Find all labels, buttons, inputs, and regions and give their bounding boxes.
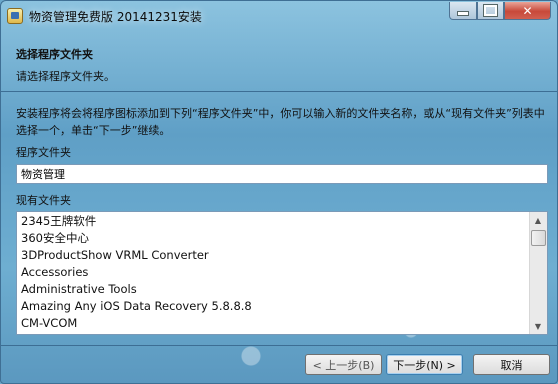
minimize-icon (457, 11, 469, 16)
list-item[interactable]: CM-VCOM (21, 315, 77, 332)
list-item[interactable]: Accessories (21, 264, 88, 281)
existing-folders-list[interactable]: 2345王牌软件 360安全中心 3DProductShow VRML Conv… (16, 211, 548, 335)
list-item[interactable]: 3DProductShow VRML Converter (21, 247, 209, 264)
list-item[interactable]: 2345王牌软件 (21, 213, 96, 230)
header-title: 选择程序文件夹 (16, 48, 93, 61)
list-item[interactable]: Amazing Any iOS Data Recovery 5.8.8.8 (21, 298, 252, 315)
list-scrollbar[interactable]: ▲ ▼ (529, 212, 547, 334)
next-button[interactable]: 下一步(N) > (386, 354, 463, 375)
title-bar[interactable]: 物资管理免费版 20141231安装 ✕ (1, 1, 557, 31)
wizard-body: 安装程序将会将程序图标添加到下列“程序文件夹”中，你可以输入新的文件夹名称，或从… (9, 93, 550, 343)
cancel-button[interactable]: 取消 (473, 354, 550, 375)
existing-folders-label: 现有文件夹 (16, 194, 71, 207)
scroll-thumb[interactable] (531, 230, 546, 246)
program-folder-input[interactable] (16, 164, 548, 184)
maximize-button[interactable] (477, 2, 504, 20)
header-divider (1, 91, 557, 92)
minimize-button[interactable] (449, 2, 477, 20)
close-icon: ✕ (522, 3, 533, 18)
maximize-icon (483, 4, 498, 17)
close-button[interactable]: ✕ (504, 2, 551, 20)
scroll-down-icon[interactable]: ▼ (530, 318, 546, 334)
program-folder-label: 程序文件夹 (16, 146, 71, 159)
scroll-up-icon[interactable]: ▲ (530, 212, 546, 228)
installer-window: 物资管理免费版 20141231安装 ✕ 选择程序文件夹 请选择程序文件夹。 安… (0, 0, 558, 384)
window-title: 物资管理免费版 20141231安装 (29, 10, 202, 24)
footer-divider (1, 345, 557, 346)
header-subtitle: 请选择程序文件夹。 (16, 70, 115, 83)
installer-app-icon (7, 8, 23, 24)
wizard-header: 选择程序文件夹 请选择程序文件夹。 (9, 32, 550, 90)
list-item[interactable]: Administrative Tools (21, 281, 137, 298)
list-item[interactable]: 360安全中心 (21, 230, 89, 247)
back-button[interactable]: < 上一步(B) (305, 354, 382, 375)
instruction-text: 安装程序将会将程序图标添加到下列“程序文件夹”中，你可以输入新的文件夹名称，或从… (16, 107, 545, 137)
